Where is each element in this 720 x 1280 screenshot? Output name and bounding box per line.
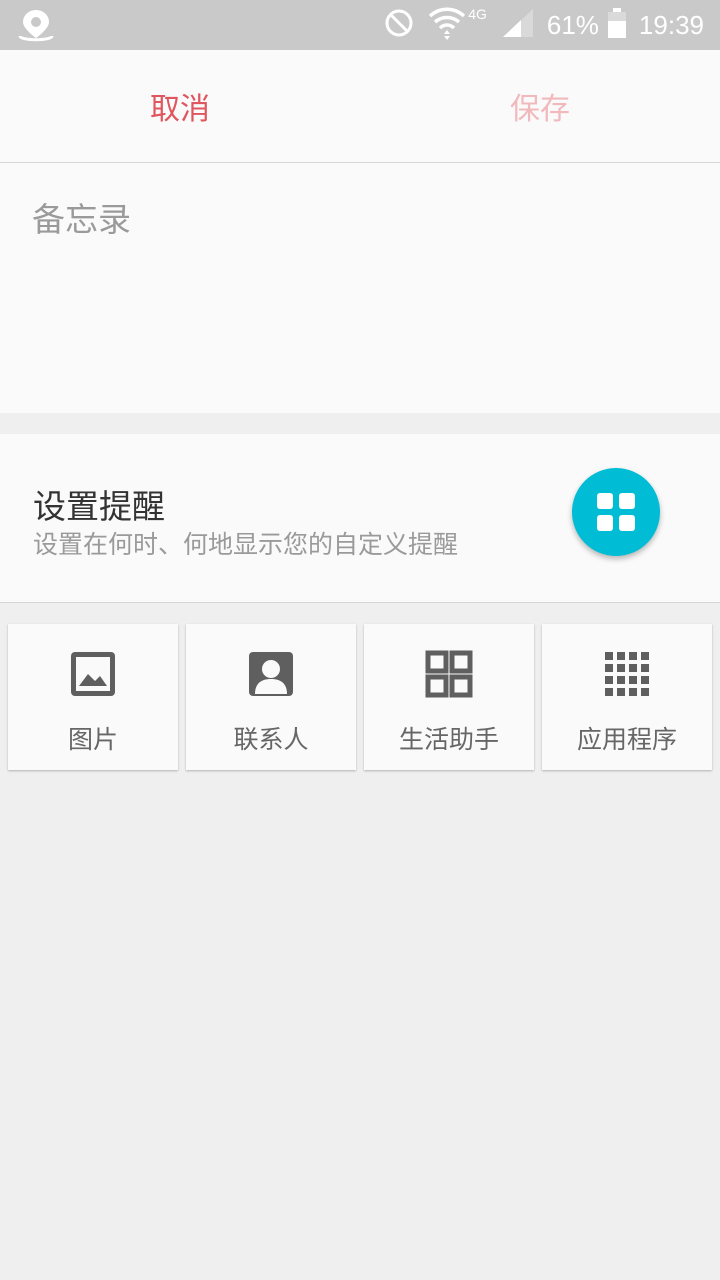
battery-icon xyxy=(607,7,627,43)
reminder-fab-button[interactable] xyxy=(572,468,660,556)
tile-label: 联系人 xyxy=(233,725,309,754)
tile-image[interactable]: 图片 xyxy=(8,624,178,770)
signal-icon xyxy=(501,7,535,43)
save-button[interactable]: 保存 xyxy=(360,50,720,162)
memo-section xyxy=(0,163,720,413)
tile-label: 应用程序 xyxy=(576,725,677,754)
dnd-icon xyxy=(384,8,414,42)
life-assistant-icon xyxy=(425,650,473,698)
location-icon xyxy=(16,8,56,44)
reminder-section[interactable]: 设置提醒 设置在何时、何地显示您的自定义提醒 xyxy=(0,434,720,603)
wifi-icon xyxy=(428,6,466,44)
clock: 19:39 xyxy=(638,9,704,40)
tile-apps[interactable]: 应用程序 xyxy=(542,624,712,770)
action-bar: 取消 保存 xyxy=(0,50,720,163)
status-bar: 4G 61% 19:39 xyxy=(0,0,720,50)
memo-input[interactable] xyxy=(32,193,688,393)
network-type: 4G xyxy=(468,6,487,22)
cancel-button[interactable]: 取消 xyxy=(0,50,360,162)
reminder-title: 设置提醒 xyxy=(33,487,165,526)
attachment-tiles: 图片 联系人 生活助手 应用程序 xyxy=(0,624,720,772)
apps-icon xyxy=(603,650,651,698)
status-icons: 4G 61% 19:39 xyxy=(370,0,704,50)
contact-icon xyxy=(247,650,295,698)
tile-life-assistant[interactable]: 生活助手 xyxy=(364,624,534,770)
tile-contact[interactable]: 联系人 xyxy=(186,624,356,770)
image-icon xyxy=(69,650,117,698)
grid-icon xyxy=(597,493,635,531)
reminder-subtitle: 设置在何时、何地显示您的自定义提醒 xyxy=(33,530,459,559)
battery-percent: 61% xyxy=(546,9,599,40)
tile-label: 图片 xyxy=(67,725,118,754)
tile-label: 生活助手 xyxy=(398,725,499,754)
